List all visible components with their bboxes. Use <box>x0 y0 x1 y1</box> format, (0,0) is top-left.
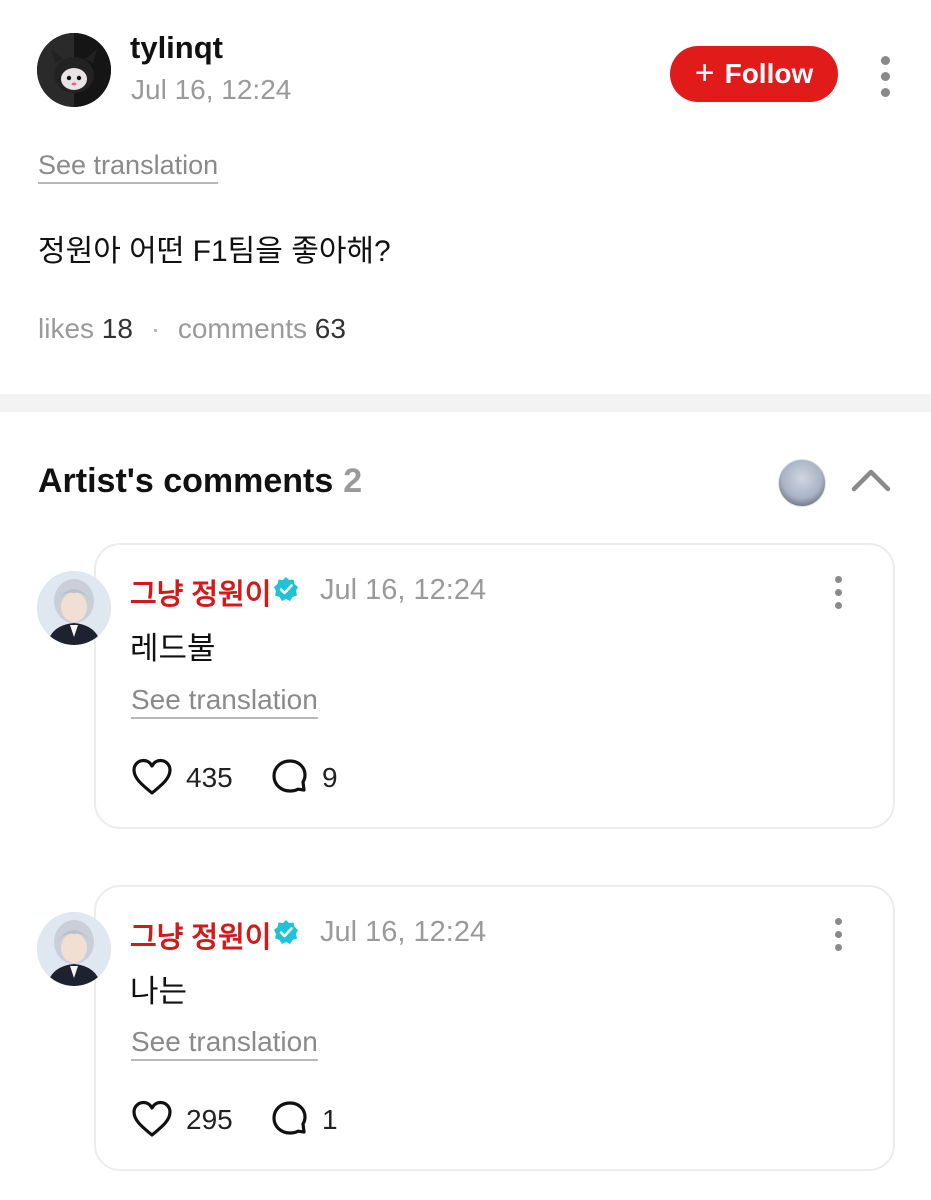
artist-name[interactable]: 그냥 정원이 <box>130 914 271 956</box>
heart-icon[interactable] <box>131 1100 173 1138</box>
comments-count: 63 <box>314 313 346 344</box>
plus-icon: + <box>694 53 715 92</box>
artist-comments-label: Artist's comments <box>38 462 334 500</box>
comment-text: 나는 <box>130 974 188 1009</box>
likes-count: 18 <box>101 313 133 344</box>
post-username[interactable]: tylinqt <box>130 30 223 66</box>
verified-badge-icon <box>274 577 298 601</box>
avatar-character-image <box>37 33 111 107</box>
reply-bubble-icon[interactable] <box>270 758 308 796</box>
user-avatar[interactable] <box>37 33 111 107</box>
post-date: Jul 16, 12:24 <box>131 74 292 105</box>
post-text: 정원아 어떤 F1팀을 좋아해? <box>38 235 391 268</box>
stats-separator: · <box>150 313 161 344</box>
post-see-translation-link[interactable]: See translation <box>38 150 218 181</box>
post-more-options-icon[interactable] <box>878 56 892 97</box>
comment-date: Jul 16, 12:24 <box>320 574 487 606</box>
comment-text: 레드불 <box>130 631 216 666</box>
artist-name[interactable]: 그냥 정원이 <box>130 571 271 613</box>
follow-label: Follow <box>724 58 814 89</box>
follow-button[interactable]: + Follow <box>670 46 838 102</box>
like-count: 295 <box>186 1104 233 1135</box>
reply-bubble-icon[interactable] <box>270 1100 308 1138</box>
comment-see-translation-link[interactable]: See translation <box>131 684 318 716</box>
heart-icon[interactable] <box>131 758 173 796</box>
comment-more-options-icon[interactable] <box>831 576 845 609</box>
reply-count: 1 <box>322 1104 338 1135</box>
section-divider <box>0 394 931 412</box>
comment-date: Jul 16, 12:24 <box>320 916 487 948</box>
artist-comments-title: Artist's comments 2 <box>38 462 362 501</box>
like-count: 435 <box>186 762 233 793</box>
comments-label: comments <box>177 313 307 344</box>
artist-photo <box>37 912 111 986</box>
chevron-up-icon[interactable] <box>850 466 892 494</box>
artist-avatar[interactable] <box>37 571 111 645</box>
verified-badge-icon <box>274 920 298 944</box>
artist-photo <box>37 571 111 645</box>
artist-comments-count: 2 <box>343 462 363 500</box>
comment-see-translation-link[interactable]: See translation <box>131 1026 318 1058</box>
reply-count: 9 <box>322 762 338 793</box>
comment-more-options-icon[interactable] <box>831 918 845 951</box>
post-stats: likes 18 · comments 63 <box>38 313 346 345</box>
likes-label: likes <box>38 313 95 344</box>
artist-avatar[interactable] <box>37 912 111 986</box>
artist-mini-avatar <box>778 459 826 507</box>
